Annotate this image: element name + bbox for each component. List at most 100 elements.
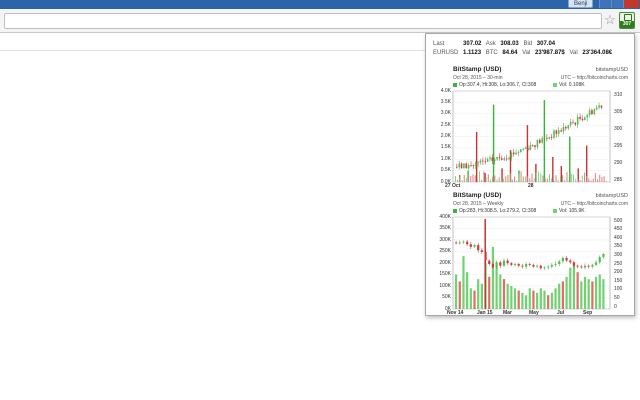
candle-body: [569, 260, 572, 263]
candle-body: [567, 125, 570, 129]
volume-bar: [575, 178, 577, 182]
ticker-row-volume: EURUSD 1.1123 BTC 84.64 Val 23'987.87$ V…: [433, 49, 615, 57]
candle-body: [547, 266, 550, 268]
volume-bar: [569, 267, 572, 309]
eurusd-value: 1.1123: [463, 50, 482, 56]
address-bar[interactable]: [4, 13, 602, 29]
candle-body: [591, 264, 594, 267]
intraday-chart[interactable]: BitStamp (USD) bitstampUSD Oct 28, 2015 …: [426, 64, 636, 190]
user-profile-button[interactable]: Benji: [568, 0, 594, 8]
candle-body: [536, 139, 539, 147]
candle-body: [510, 263, 513, 265]
candle-body: [466, 241, 469, 245]
last-label: Last: [433, 41, 445, 47]
volume-bar: [592, 178, 594, 182]
candle-body: [583, 265, 587, 268]
volume-bar: [553, 180, 555, 182]
x-tick-label: Jul: [557, 310, 565, 316]
minimize-button[interactable]: [599, 0, 611, 8]
volume-bar: [484, 172, 486, 182]
candle-body: [496, 157, 498, 160]
candle-body: [569, 121, 572, 126]
chart-source: UTC – http://bitcoincharts.com: [560, 75, 628, 81]
chart-title: BitStamp (USD): [453, 66, 502, 73]
candle-body: [572, 262, 576, 266]
volume-bar: [505, 176, 507, 182]
bid-label: Bid: [523, 41, 533, 47]
candle-body: [528, 264, 531, 265]
candle-body: [602, 254, 605, 258]
candle-body: [472, 165, 475, 166]
chart-title: BitStamp (USD): [453, 192, 502, 199]
volume-bar: [573, 174, 575, 182]
volume-tick-label: 350K: [439, 225, 451, 231]
volume-legend-text: Vol: 105.9K: [559, 208, 585, 214]
chart-symbol: bitstampUSD: [595, 193, 628, 199]
candle-body: [574, 122, 577, 125]
candle-body: [543, 267, 546, 269]
bookmark-star-icon[interactable]: ☆: [603, 12, 617, 28]
volume-bar: [576, 272, 579, 309]
volume-tick-label: 1.5K: [440, 144, 451, 151]
candle-body: [517, 152, 520, 153]
candle-body: [462, 241, 465, 243]
candle-body: [488, 260, 491, 264]
candle-body: [529, 145, 532, 151]
candle-body: [501, 158, 503, 160]
candle-body: [513, 264, 517, 265]
x-tick-label: Sep: [583, 310, 593, 316]
candle-body: [460, 163, 463, 169]
candle-body: [550, 137, 553, 138]
ohlc-legend-text: Op:283, Hi:308.5, Lo:279.2, Cl:308: [459, 208, 537, 214]
candle-body: [508, 158, 510, 160]
close-button[interactable]: [623, 0, 639, 8]
volume-bar: [457, 179, 459, 182]
volume-legend-text: Vol: 0.108K: [559, 82, 585, 88]
candle-body: [456, 166, 458, 168]
volume-bar: [590, 180, 592, 182]
weekly-chart[interactable]: BitStamp (USD) bitstampUSD Oct 28, 2015 …: [426, 190, 636, 317]
chart-source: UTC – http://bitcoincharts.com: [560, 201, 628, 207]
volume-bar: [598, 274, 601, 309]
candle-body: [548, 137, 551, 139]
volume-bar: [527, 176, 529, 182]
price-tick-label: 400: [614, 234, 623, 241]
candle-body: [503, 158, 506, 160]
candle-body: [498, 157, 501, 159]
candle-body: [469, 244, 472, 247]
ask-label: Ask: [485, 41, 496, 47]
val-eur-label: Val: [569, 50, 578, 56]
bid-price: 307.04: [536, 41, 556, 47]
chart-symbol: bitstampUSD: [595, 67, 628, 73]
volume-tick-label: 150K: [439, 271, 451, 277]
volume-bar: [489, 179, 491, 182]
candle-body: [486, 159, 489, 162]
volume-bar: [599, 174, 601, 182]
volume-bar: [524, 176, 526, 182]
price-tick-label: 300: [614, 251, 623, 258]
volume-tick-label: 400K: [439, 213, 451, 220]
candle-body: [520, 149, 522, 153]
bitcoin-ticker-extension-icon[interactable]: 307: [619, 12, 635, 29]
candle-body: [557, 130, 560, 134]
volume-bar: [459, 176, 461, 182]
volume-tick-label: 0.5K: [440, 167, 451, 174]
volume-bar: [554, 288, 557, 309]
volume-bar: [591, 281, 594, 309]
maximize-button[interactable]: [611, 0, 623, 8]
volume-bar: [514, 176, 516, 182]
candle-body: [536, 265, 539, 267]
price-tick-label: 500: [614, 217, 623, 224]
volume-bar: [506, 283, 509, 309]
candle-body: [484, 161, 487, 163]
candle-body: [521, 265, 524, 267]
candle-body: [538, 139, 541, 143]
volume-bar: [458, 281, 461, 309]
volume-bar: [581, 175, 583, 182]
candle-body: [600, 105, 603, 108]
page-divider: [0, 50, 425, 51]
candle-body: [479, 160, 482, 163]
volume-bar: [533, 178, 535, 182]
volume-bar: [521, 292, 524, 309]
candle-body: [524, 147, 527, 150]
